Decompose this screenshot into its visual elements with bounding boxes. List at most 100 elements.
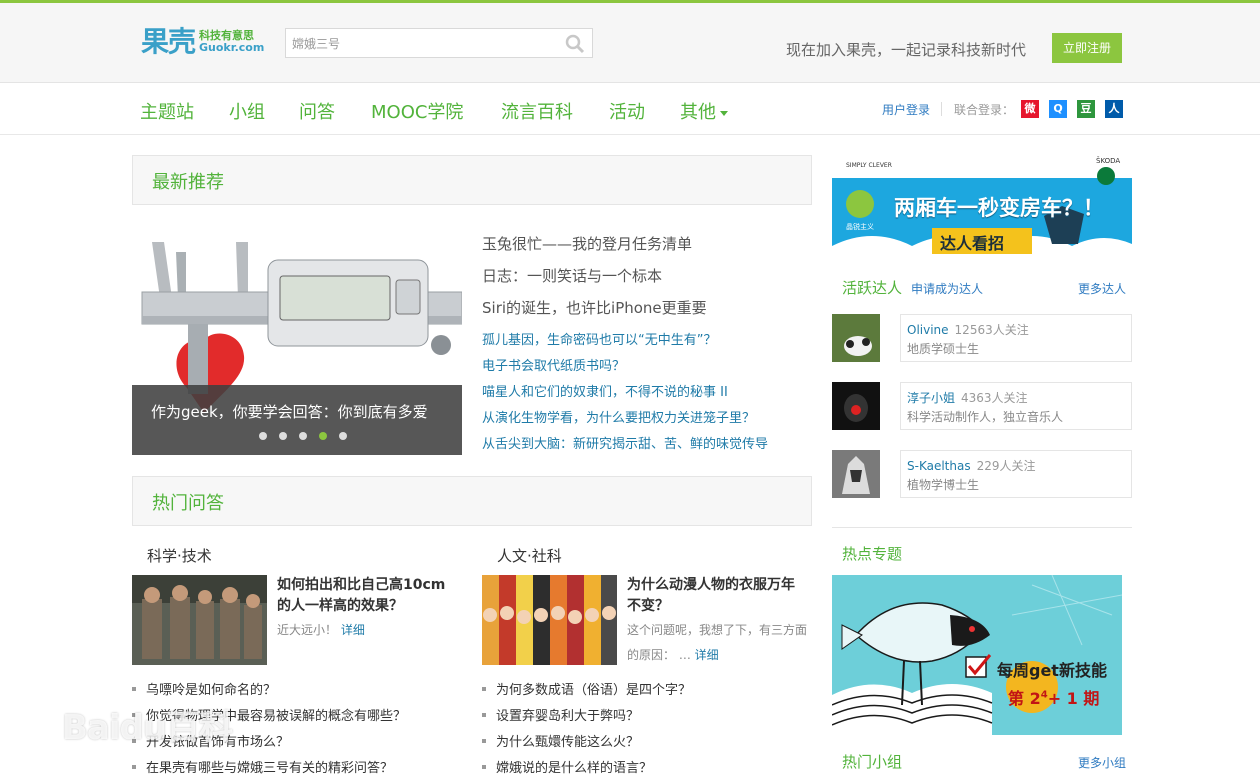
expert-name-row: Olivine 12563人关注 xyxy=(907,321,1029,338)
slide-dot[interactable] xyxy=(299,432,307,440)
qq-icon[interactable]: Q xyxy=(1049,100,1067,118)
nav-divider xyxy=(941,102,942,116)
issue-sup: 4 xyxy=(1040,689,1048,701)
nav-item-rumors[interactable]: 流言百科 xyxy=(501,98,573,124)
hot-qa-section-header: 热门问答 xyxy=(132,476,812,526)
ad-headline: 两厢车一秒变房车？！ xyxy=(894,196,1104,220)
fish-illustration xyxy=(832,575,1122,735)
recommend-link[interactable]: 玉兔很忙——我的登月任务清单 xyxy=(482,233,692,254)
avatar[interactable] xyxy=(832,382,880,430)
expert-followers: 4363人关注 xyxy=(961,391,1028,405)
expert-card[interactable]: 淳子小姐 4363人关注 科学活动制作人，独立音乐人 xyxy=(900,382,1132,430)
hot-topic-title: 热点专题 xyxy=(842,545,903,563)
hot-qa-section-title: 热门问答 xyxy=(152,493,224,514)
hot-topic-banner[interactable]: 每周get新技能 第 24+ 1 期 xyxy=(832,575,1122,735)
register-button[interactable]: 立即注册 xyxy=(1052,33,1122,63)
avatar[interactable] xyxy=(832,450,880,498)
question-link[interactable]: 在果壳有哪些与嫦娥三号有关的精彩问答？ xyxy=(132,757,393,776)
question-link[interactable]: 为什么甄嬛传能这么火？ xyxy=(482,731,639,750)
question-link[interactable]: 嫦娥说的是什么样的语言？ xyxy=(482,757,652,776)
expert-card[interactable]: S-Kaelthas 229人关注 植物学博士生 xyxy=(900,450,1132,498)
union-login-label: 联合登录： xyxy=(954,103,1015,117)
recommend-link[interactable]: Siri的诞生，也许比iPhone更重要 xyxy=(482,297,707,318)
expert-followers: 12563人关注 xyxy=(954,323,1029,337)
recommend-link[interactable]: 从舌尖到大脑：新研究揭示甜、苦、鲜的味觉传导 xyxy=(482,433,768,452)
recommend-link[interactable]: 孤儿基因，生命密码也可以“无中生有”？ xyxy=(482,329,716,348)
featured-question-title[interactable]: 为什么动漫人物的衣服万年不变？ xyxy=(627,575,807,617)
search-input[interactable] xyxy=(292,35,552,53)
ad-subline: 达人看招 xyxy=(940,234,1005,253)
weibo-icon[interactable]: 微 xyxy=(1021,100,1039,118)
expert-followers: 229人关注 xyxy=(976,459,1036,473)
site-header: 果壳 科技有意思 Guokr.com 现在加入果壳，一起记录科技新时代 立即注册 xyxy=(0,3,1260,83)
logo-text: 果壳 xyxy=(141,25,196,58)
avatar[interactable] xyxy=(832,314,880,362)
hot-topic-line1: 每周get新技能 xyxy=(997,661,1107,680)
slide-dot[interactable] xyxy=(279,432,287,440)
nav-item-groups[interactable]: 小组 xyxy=(229,98,265,124)
panda-avatar-art xyxy=(832,314,880,362)
expert-desc: 植物学博士生 xyxy=(907,478,980,492)
douban-icon[interactable]: 豆 xyxy=(1077,100,1095,118)
featured-question-title[interactable]: 如何拍出和比自己高10cm的人一样高的效果？ xyxy=(277,575,457,617)
recommend-link[interactable]: 日志：一则笑话与一个标本 xyxy=(482,265,662,286)
question-link[interactable]: 为何多数成语（俗语）是四个字？ xyxy=(482,679,691,698)
question-link[interactable]: 设置弃婴岛利大于弊吗？ xyxy=(482,705,639,724)
expert-name[interactable]: Olivine xyxy=(907,323,949,337)
nav-item-qa[interactable]: 问答 xyxy=(299,98,335,124)
nav-item-topics[interactable]: 主题站 xyxy=(140,98,194,124)
expert-name[interactable]: S-Kaelthas xyxy=(907,459,971,473)
category-science-tech[interactable]: 科学·技术 xyxy=(147,545,212,566)
sidebar-divider xyxy=(832,527,1132,528)
featured-question-desc: 近大远小！ 详细 xyxy=(277,618,457,643)
issue-prefix: 第 2 xyxy=(1008,689,1041,708)
slide-dot[interactable] xyxy=(259,432,267,440)
expert-name[interactable]: 淳子小姐 xyxy=(907,391,955,405)
skoda-ad-banner[interactable]: SIMPLY CLEVER ŠKODA 两厢车一秒变房车？！ 达人看招 晶锐主义 xyxy=(832,156,1132,261)
more-experts-link[interactable]: 更多达人 xyxy=(1078,280,1126,297)
search-box xyxy=(285,28,593,58)
anime-characters-image[interactable] xyxy=(482,575,617,665)
caret-down-icon xyxy=(720,110,728,116)
expert-desc: 地质学硕士生 xyxy=(907,342,980,356)
main-nav: 主题站 小组 问答 MOOC学院 流言百科 活动 其他 用户登录 联合登录： 微… xyxy=(0,84,1260,135)
featured-question-desc: 这个问题呢，我想了下，有三方面的原因： … 详细 xyxy=(627,618,807,668)
category-humanities[interactable]: 人文·社科 xyxy=(497,545,562,566)
experts-title: 活跃达人 xyxy=(842,279,903,297)
apply-expert-link[interactable]: 申请成为达人 xyxy=(911,280,983,297)
user-login-link[interactable]: 用户登录 xyxy=(882,101,930,118)
guokr-logo[interactable]: 果壳 科技有意思 Guokr.com xyxy=(141,25,266,61)
search-icon[interactable] xyxy=(564,33,586,55)
expert-card[interactable]: Olivine 12563人关注 地质学硕士生 xyxy=(900,314,1132,362)
detail-link[interactable]: 详细 xyxy=(341,623,365,637)
recommend-link[interactable]: 电子书会取代纸质书吗？ xyxy=(482,355,625,374)
slide-dot-active[interactable] xyxy=(319,432,327,440)
slide-caption-bar: 作为geek，你要学会回答：你到底有多爱 xyxy=(132,385,462,455)
question-link[interactable]: 乌嘌呤是如何命名的？ xyxy=(132,679,276,698)
slide-caption[interactable]: 作为geek，你要学会回答：你到底有多爱 xyxy=(151,401,428,422)
ad-brand-left: SIMPLY CLEVER xyxy=(846,162,892,169)
nav-item-mooc[interactable]: MOOC学院 xyxy=(371,98,463,124)
detail-link[interactable]: 详细 xyxy=(695,648,719,662)
latest-section-header: 最新推荐 xyxy=(132,155,812,205)
featured-slideshow[interactable]: 作为geek，你要学会回答：你到底有多爱 xyxy=(132,228,462,455)
expert-name-row: 淳子小姐 4363人关注 xyxy=(907,389,1028,406)
soldiers-photo[interactable] xyxy=(132,575,267,665)
nav-more-label: 其他 xyxy=(680,102,716,123)
recommend-link[interactable]: 从演化生物学看，为什么要把权力关进笼子里？ xyxy=(482,407,755,426)
expert-desc: 科学活动制作人，独立音乐人 xyxy=(907,410,1064,424)
anime-strip-art xyxy=(482,575,617,665)
latest-section-title: 最新推荐 xyxy=(152,172,224,193)
more-groups-link[interactable]: 更多小组 xyxy=(1078,754,1126,771)
baidu-watermark: Baidu百科 xyxy=(62,708,233,748)
join-tagline: 现在加入果壳，一起记录科技新时代 xyxy=(786,41,1027,59)
desc-text: 近大远小！ xyxy=(277,623,338,637)
nav-item-more[interactable]: 其他 xyxy=(680,98,728,124)
ellipsis: … xyxy=(678,648,691,662)
nav-item-events[interactable]: 活动 xyxy=(609,98,645,124)
renren-icon[interactable]: 人 xyxy=(1105,100,1123,118)
slide-dot[interactable] xyxy=(339,432,347,440)
ad-badge: 晶锐主义 xyxy=(846,223,874,231)
recommend-link[interactable]: 喵星人和它们的奴隶们，不得不说的秘事 II xyxy=(482,381,728,400)
knight-avatar-art xyxy=(832,450,880,498)
